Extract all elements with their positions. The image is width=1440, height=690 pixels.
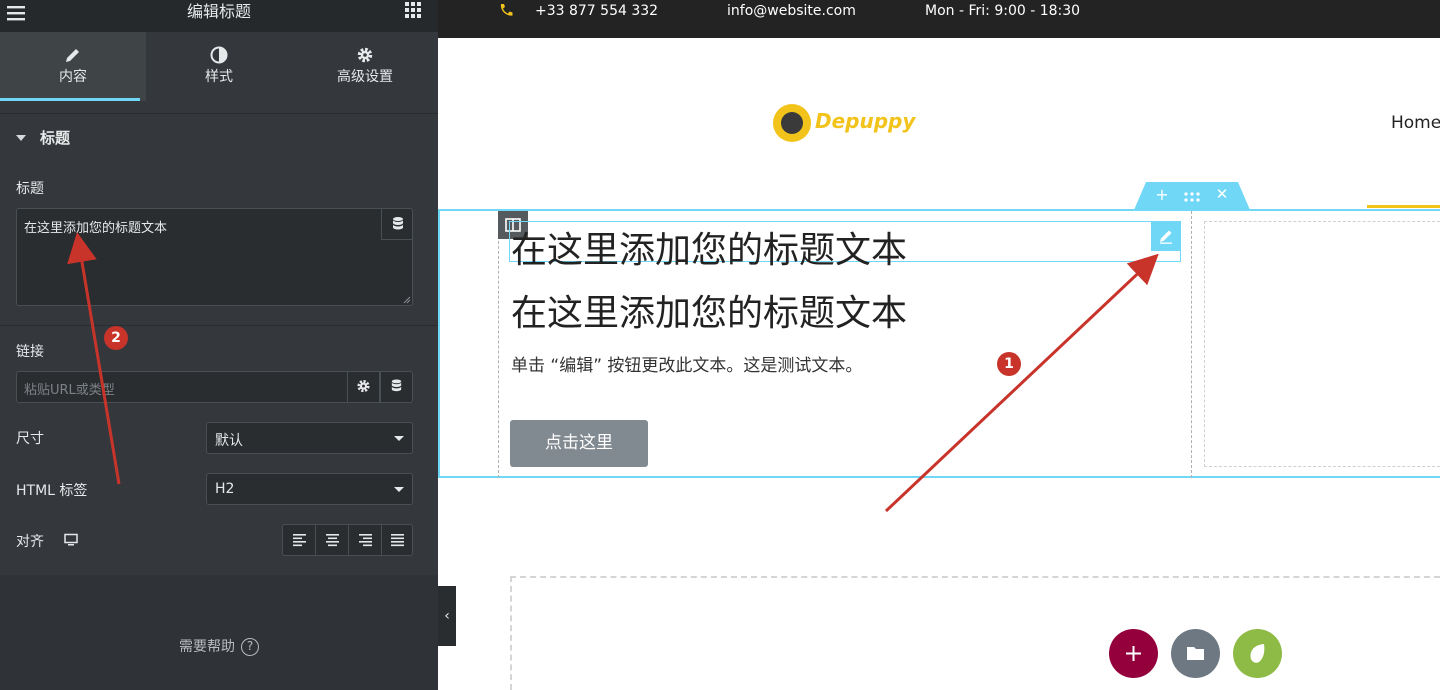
tab-style[interactable]: 样式 bbox=[146, 32, 292, 101]
tab-style-label: 样式 bbox=[205, 69, 233, 85]
topbar-phone[interactable]: +33 877 554 332 bbox=[535, 3, 658, 19]
align-justify-icon bbox=[391, 534, 404, 547]
align-center-button[interactable] bbox=[316, 525, 349, 555]
section-toggle-heading[interactable]: 标题 bbox=[0, 113, 438, 161]
question-mark-icon: ? bbox=[241, 638, 259, 656]
drag-handle-icon[interactable] bbox=[1182, 187, 1202, 207]
topbar-email[interactable]: info@website.com bbox=[727, 3, 856, 19]
database-icon bbox=[393, 217, 403, 230]
align-right-button[interactable] bbox=[349, 525, 382, 555]
align-left-button[interactable] bbox=[283, 525, 316, 555]
add-template-button[interactable] bbox=[1171, 629, 1220, 678]
add-new-section-area bbox=[510, 576, 1440, 690]
align-right-icon bbox=[359, 534, 372, 547]
column-right[interactable] bbox=[1204, 221, 1440, 467]
need-help-label: 需要帮助 bbox=[179, 639, 235, 655]
heading-widget-2[interactable]: 在这里添加您的标题文本 bbox=[511, 284, 907, 336]
size-label: 尺寸 bbox=[16, 431, 44, 447]
panel-header: 编辑标题 bbox=[0, 0, 438, 32]
caret-down-icon bbox=[16, 135, 26, 141]
section-title: 标题 bbox=[40, 129, 71, 147]
logo-badge-icon bbox=[773, 104, 811, 142]
annotation-badge-2: 2 bbox=[104, 326, 128, 350]
tab-advanced-label: 高级设置 bbox=[337, 69, 393, 85]
link-url-input[interactable]: 粘贴URL或类型 bbox=[16, 371, 348, 403]
add-section-icon[interactable]: + bbox=[1152, 185, 1172, 205]
alignment-button-group bbox=[282, 524, 413, 556]
size-select[interactable]: 默认 bbox=[206, 422, 413, 454]
tab-advanced[interactable]: 高级设置 bbox=[292, 32, 438, 101]
link-label: 链接 bbox=[16, 344, 44, 360]
leaf-icon bbox=[1250, 644, 1265, 663]
align-justify-button[interactable] bbox=[382, 525, 413, 555]
gear-icon bbox=[357, 379, 370, 393]
nav-home-link[interactable]: Home bbox=[1391, 113, 1440, 133]
annotation-badge-1: 1 bbox=[997, 352, 1021, 376]
section-handle: + ✕ bbox=[1134, 182, 1250, 210]
align-center-icon bbox=[326, 534, 339, 547]
site-topbar: +33 877 554 332 info@website.com Mon - F… bbox=[438, 0, 1440, 38]
panel-title: 编辑标题 bbox=[186, 2, 251, 21]
close-icon[interactable]: ✕ bbox=[1212, 185, 1232, 205]
phone-icon bbox=[500, 4, 513, 16]
tab-content-label: 内容 bbox=[59, 69, 87, 85]
nav-active-indicator bbox=[1367, 205, 1440, 208]
folder-icon bbox=[1187, 647, 1204, 660]
resize-grip-icon[interactable] bbox=[403, 296, 411, 304]
link-dynamic-tags-button[interactable] bbox=[380, 371, 413, 403]
panel-footer bbox=[0, 575, 438, 690]
heading-textarea[interactable]: 在这里添加您的标题文本 bbox=[16, 208, 413, 306]
add-section-button[interactable] bbox=[1109, 629, 1158, 678]
database-icon bbox=[391, 379, 402, 392]
need-help-link[interactable]: 需要帮助? bbox=[0, 636, 438, 656]
plus-icon bbox=[1126, 646, 1141, 661]
pencil-icon bbox=[1160, 230, 1172, 244]
size-select-value: 默认 bbox=[215, 433, 243, 449]
panel-tabs: 内容 样式 高级设置 bbox=[0, 32, 438, 101]
link-options-button[interactable] bbox=[347, 371, 380, 403]
dynamic-tags-button[interactable] bbox=[381, 208, 413, 240]
editor-panel: 编辑标题 内容 样式 高级设置 标题 标题 在这里添加您的标题文本 链接 粘贴U… bbox=[0, 0, 438, 690]
collapse-panel-button[interactable]: ‹ bbox=[438, 586, 456, 646]
chevron-down-icon bbox=[394, 487, 404, 492]
html-tag-select[interactable]: H2 bbox=[206, 473, 413, 505]
divider bbox=[0, 325, 438, 326]
logo-text: Depuppy bbox=[815, 109, 916, 133]
half-circle-icon bbox=[210, 46, 228, 64]
envato-kit-button[interactable] bbox=[1233, 629, 1282, 678]
click-here-button[interactable]: 点击这里 bbox=[510, 420, 648, 467]
chevron-left-icon: ‹ bbox=[444, 608, 450, 624]
align-label: 对齐 bbox=[16, 534, 44, 550]
text-widget[interactable]: 单击 “编辑” 按钮更改此文本。这是测试文本。 bbox=[511, 351, 862, 376]
widgets-grid-icon[interactable] bbox=[403, 0, 423, 20]
gear-icon bbox=[357, 47, 373, 63]
pencil-icon bbox=[66, 49, 79, 62]
heading-label: 标题 bbox=[16, 181, 44, 197]
chevron-down-icon bbox=[394, 436, 404, 441]
align-left-icon bbox=[293, 534, 306, 547]
html-tag-select-value: H2 bbox=[215, 481, 235, 497]
heading-widget-1[interactable]: 在这里添加您的标题文本 bbox=[511, 221, 907, 273]
tab-content[interactable]: 内容 bbox=[0, 32, 146, 101]
html-tag-label: HTML 标签 bbox=[16, 483, 88, 499]
desktop-icon[interactable] bbox=[63, 533, 79, 547]
topbar-hours: Mon - Fri: 9:00 - 18:30 bbox=[925, 3, 1081, 19]
edit-widget-button[interactable] bbox=[1151, 221, 1181, 251]
